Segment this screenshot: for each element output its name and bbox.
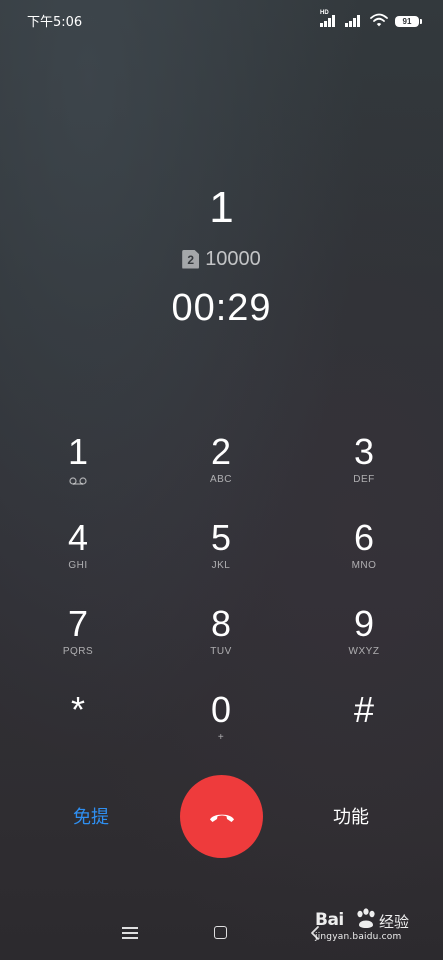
speaker-button[interactable]: 免提 xyxy=(56,803,126,829)
key-digit: 1 xyxy=(67,431,89,472)
key-letters: WXYZ xyxy=(348,646,380,657)
status-icons: HD 91 xyxy=(320,10,422,27)
key-digit: 0 xyxy=(210,689,232,730)
key-letters: GHI xyxy=(68,560,88,571)
key-letters: ABC xyxy=(209,474,233,485)
battery-icon: 91 xyxy=(395,16,422,27)
key-4[interactable]: 4 GHI xyxy=(23,516,133,594)
menu-icon[interactable] xyxy=(122,927,138,939)
key-digit: 4 xyxy=(67,517,89,558)
caller-number-row: 2 10000 xyxy=(0,248,443,270)
hangup-button[interactable] xyxy=(180,775,263,858)
key-digit: 5 xyxy=(210,517,232,558)
sim-card-icon: 2 xyxy=(182,249,200,269)
hd-signal-icon: HD xyxy=(320,10,338,27)
key-7[interactable]: 7 PQRS xyxy=(23,602,133,680)
status-bar: 下午5:06 HD 91 xyxy=(0,0,443,38)
caller-name: 1 xyxy=(209,183,234,232)
key-letters: + xyxy=(217,732,225,743)
watermark-brand: Bai xyxy=(315,910,344,930)
paw-logo-icon xyxy=(357,908,375,928)
key-digit: 7 xyxy=(67,603,89,644)
key-letters: DEF xyxy=(353,474,375,485)
key-0[interactable]: 0 + xyxy=(166,688,276,766)
key-9[interactable]: 9 WXYZ xyxy=(309,602,419,680)
key-digit: 9 xyxy=(353,603,375,644)
key-letters: PQRS xyxy=(62,646,94,657)
key-digit: 2 xyxy=(210,431,232,472)
caller-number: 10000 xyxy=(205,248,261,270)
functions-button[interactable]: 功能 xyxy=(316,803,386,829)
home-icon[interactable] xyxy=(214,926,227,939)
key-letters: MNO xyxy=(351,560,377,571)
key-3[interactable]: 3 DEF xyxy=(309,430,419,508)
key-1[interactable]: 1 xyxy=(23,430,133,508)
key-digit: * xyxy=(70,689,85,730)
key-digit: # xyxy=(353,689,375,730)
key-letters: JKL xyxy=(211,560,231,571)
key-hash[interactable]: # xyxy=(309,688,419,766)
key-letters: TUV xyxy=(210,646,232,657)
watermark-domain: jingyan.baidu.com xyxy=(315,932,402,942)
phone-hangup-icon xyxy=(209,814,234,822)
status-time: 下午5:06 xyxy=(27,15,83,30)
key-5[interactable]: 5 JKL xyxy=(166,516,276,594)
signal-icon xyxy=(345,14,363,27)
key-2[interactable]: 2 ABC xyxy=(166,430,276,508)
key-digit: 6 xyxy=(353,517,375,558)
wifi-icon xyxy=(370,13,388,27)
key-8[interactable]: 8 TUV xyxy=(166,602,276,680)
watermark-jingyan: 经验 xyxy=(379,913,410,931)
call-timer: 00:29 xyxy=(171,287,272,329)
key-digit: 3 xyxy=(353,431,375,472)
voicemail-icon xyxy=(69,477,87,485)
key-digit: 8 xyxy=(210,603,232,644)
baidu-jingyan-watermark: Bai 经验 jingyan.baidu.com xyxy=(311,905,421,945)
key-star[interactable]: * xyxy=(23,688,133,766)
key-6[interactable]: 6 MNO xyxy=(309,516,419,594)
